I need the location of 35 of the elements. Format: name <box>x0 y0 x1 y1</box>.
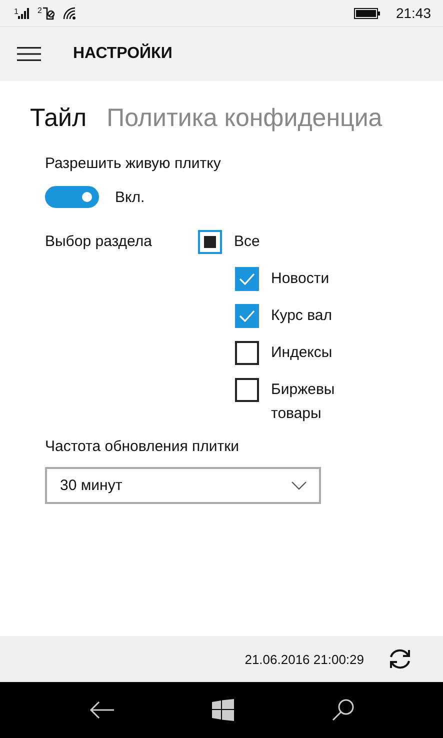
checkmark-icon <box>239 310 255 322</box>
tab[interactable]: Тайл <box>30 104 87 132</box>
back-icon[interactable] <box>88 701 114 719</box>
checkbox-label: Курс вал <box>271 306 332 326</box>
wifi-icon <box>62 6 77 20</box>
setting-label: Разрешить живую плитку <box>45 155 222 172</box>
refresh-icon[interactable] <box>388 648 412 670</box>
page-title: НАСТРОЙКИ <box>73 45 172 63</box>
checkbox[interactable] <box>235 267 259 291</box>
checkbox[interactable] <box>198 230 222 254</box>
toggle-switch[interactable] <box>45 186 99 208</box>
checkmark-icon <box>239 273 255 285</box>
checkbox[interactable] <box>235 304 259 328</box>
search-icon[interactable] <box>330 698 354 722</box>
checkbox-label: Индексы <box>271 343 332 363</box>
checkbox[interactable] <box>235 378 259 402</box>
setting-label: Выбор раздела <box>45 232 153 252</box>
chevron-down-icon <box>291 481 307 490</box>
checkbox-label: Новости <box>271 269 330 289</box>
battery-icon <box>354 8 380 18</box>
checkbox[interactable] <box>235 341 259 365</box>
checkbox-label: Биржевы товары <box>271 380 335 424</box>
sim-blocked-icon <box>42 6 55 20</box>
tab[interactable]: Политика конфиденциа <box>106 104 382 132</box>
windows-logo-icon[interactable] <box>212 699 234 721</box>
frequency-dropdown[interactable]: 30 минут <box>45 467 321 504</box>
status-time: 21:43 <box>396 5 431 21</box>
toggle-state-text: Вкл. <box>115 188 145 206</box>
last-updated-text: 21.06.2016 21:00:29 <box>244 652 364 666</box>
signal-bars-icon <box>18 8 30 18</box>
sim-number: 1 <box>14 8 18 16</box>
setting-label: Частота обновления плитки <box>45 438 240 455</box>
menu-icon[interactable] <box>17 46 41 62</box>
checkbox-label: Все <box>234 232 260 252</box>
sim-number: 2 <box>37 6 42 14</box>
